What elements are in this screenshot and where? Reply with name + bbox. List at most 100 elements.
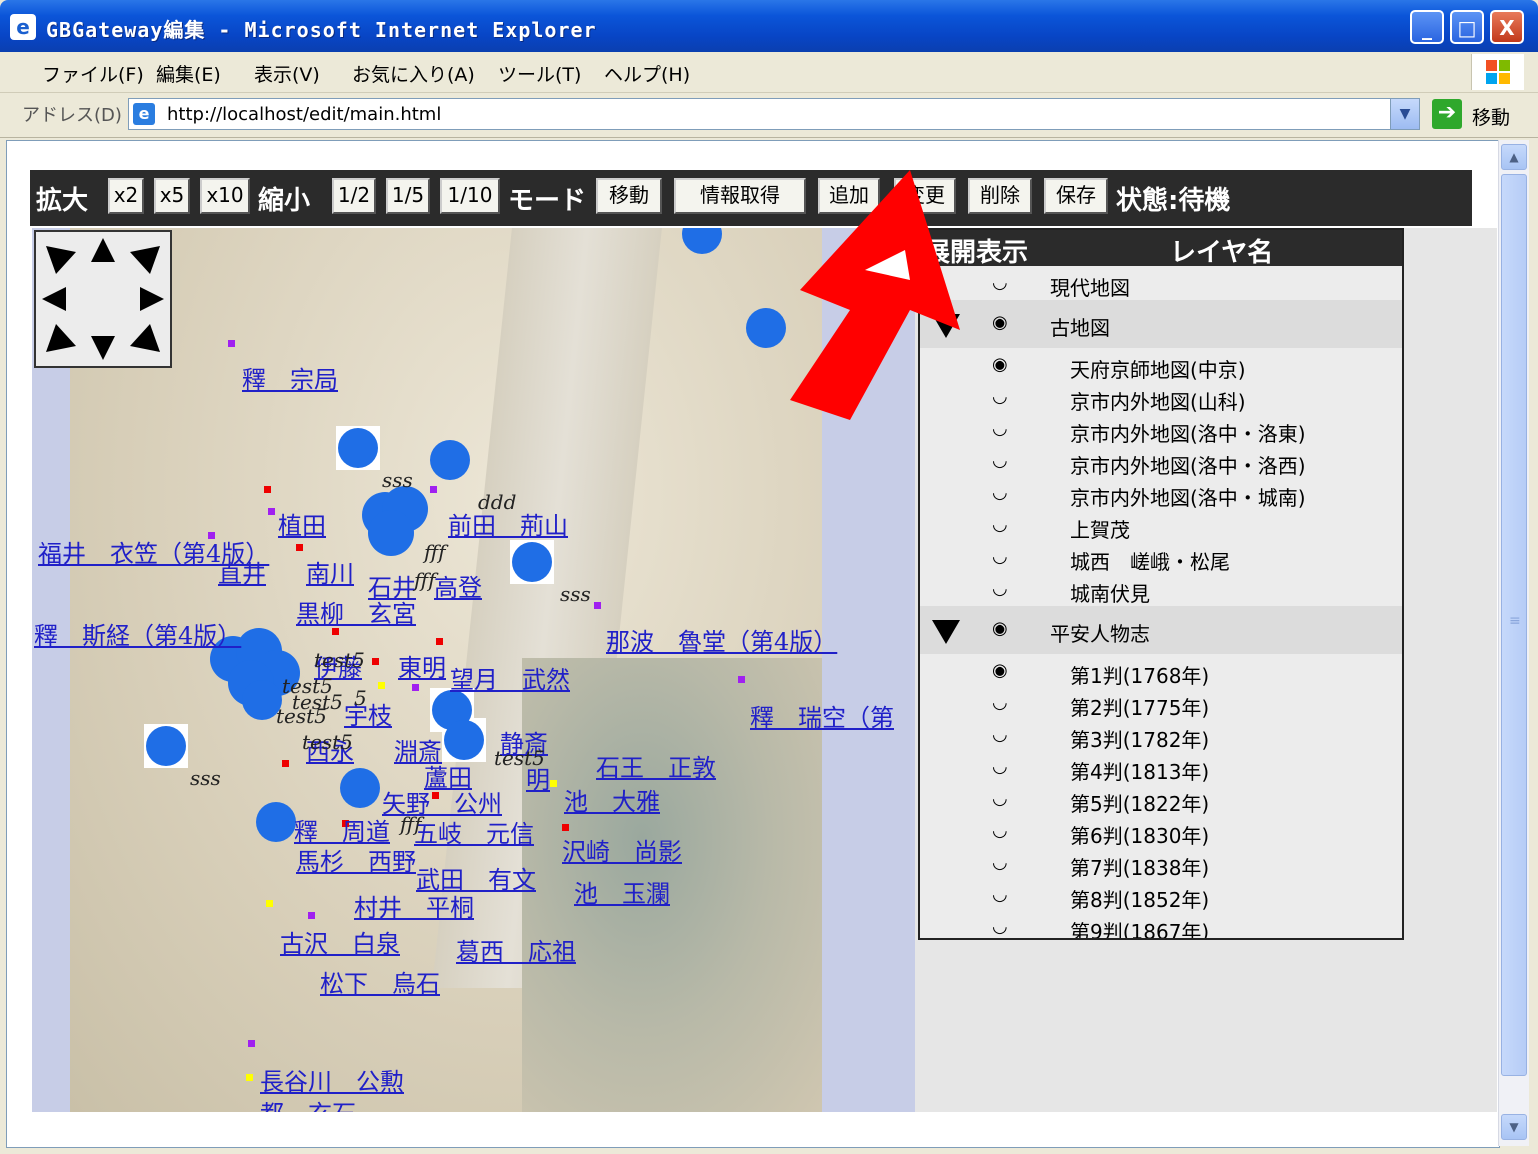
- layer-row[interactable]: ◡ 城南伏見: [920, 574, 1402, 606]
- map-label[interactable]: 石王 正敦: [596, 748, 716, 783]
- layer-row[interactable]: ◡ 第6判(1830年): [920, 816, 1402, 848]
- map-label[interactable]: 長谷川 公勲: [260, 1062, 404, 1097]
- maximize-button[interactable]: □: [1450, 10, 1484, 44]
- minimize-button[interactable]: _: [1410, 10, 1444, 44]
- scroll-up-button[interactable]: ▲: [1501, 144, 1527, 170]
- mode-save-button[interactable]: 保存: [1044, 178, 1108, 214]
- map-label[interactable]: 馬杉 西野: [296, 842, 416, 877]
- eye-closed-icon[interactable]: ◡: [992, 514, 1008, 535]
- vertical-scrollbar[interactable]: ▲ ▼: [1498, 140, 1529, 1146]
- eye-closed-icon[interactable]: ◡: [992, 820, 1008, 841]
- map-marker[interactable]: [368, 510, 414, 556]
- map-label[interactable]: 南川: [306, 554, 354, 589]
- map-marker[interactable]: [340, 768, 380, 808]
- expand-triangle-icon[interactable]: [932, 620, 960, 644]
- address-url[interactable]: http://localhost/edit/main.html: [167, 104, 441, 125]
- layer-row[interactable]: ◡ 城西 嵯峨・松尾: [920, 542, 1402, 574]
- eye-open-icon[interactable]: ◉: [992, 660, 1008, 681]
- map-label[interactable]: 池 大雅: [564, 782, 660, 817]
- map-label[interactable]: 東明: [398, 648, 446, 683]
- map-label[interactable]: 高登: [434, 568, 482, 603]
- layer-row[interactable]: ◡ 第9判(1867年): [920, 912, 1402, 938]
- eye-closed-icon[interactable]: ◡: [992, 756, 1008, 777]
- layer-row[interactable]: ◡ 第4判(1813年): [920, 752, 1402, 784]
- eye-closed-icon[interactable]: ◡: [992, 450, 1008, 471]
- zoom-tenth-button[interactable]: 1/10: [440, 178, 500, 214]
- zoom-x5-button[interactable]: x5: [154, 178, 190, 214]
- go-arrow-icon[interactable]: ➔: [1432, 99, 1462, 129]
- layer-row[interactable]: ◡ 京市内外地図(洛中・洛東): [920, 414, 1402, 446]
- layer-row[interactable]: ◡ 第2判(1775年): [920, 688, 1402, 720]
- map-marker[interactable]: [338, 428, 378, 468]
- zoom-half-button[interactable]: 1/2: [332, 178, 376, 214]
- eye-open-icon[interactable]: ◉: [992, 618, 1008, 639]
- address-input[interactable]: e http://localhost/edit/main.html ▼: [128, 98, 1420, 130]
- go-button[interactable]: 移動: [1472, 103, 1510, 130]
- layer-row[interactable]: ◡ 第8判(1852年): [920, 880, 1402, 912]
- layer-row[interactable]: ◡ 京市内外地図(洛中・洛西): [920, 446, 1402, 478]
- eye-closed-icon[interactable]: ◡: [992, 916, 1008, 937]
- map-label[interactable]: 黒柳 玄宮: [296, 594, 416, 629]
- layer-row[interactable]: ◉ 天府京師地図(中京): [920, 350, 1402, 382]
- map-label[interactable]: 沢崎 尚影: [562, 832, 682, 867]
- map-marker[interactable]: [256, 802, 296, 842]
- zoom-fifth-button[interactable]: 1/5: [386, 178, 430, 214]
- map-label[interactable]: 那波 魯堂（第4版）: [606, 622, 837, 657]
- scroll-down-button[interactable]: ▼: [1501, 1114, 1527, 1140]
- map-label[interactable]: 直井: [218, 554, 266, 589]
- eye-open-icon[interactable]: ◉: [992, 312, 1008, 333]
- eye-closed-icon[interactable]: ◡: [992, 788, 1008, 809]
- map-label[interactable]: 釋 宗局: [242, 360, 338, 395]
- mode-move-button[interactable]: 移動: [596, 178, 662, 214]
- eye-open-icon[interactable]: ◉: [992, 354, 1008, 375]
- menu-favorites[interactable]: お気に入り(A): [352, 60, 475, 87]
- scroll-thumb[interactable]: [1501, 174, 1527, 1076]
- layer-row[interactable]: ◉ 古地図: [920, 300, 1402, 348]
- eye-closed-icon[interactable]: ◡: [992, 272, 1008, 293]
- map-label[interactable]: 望月 武然: [450, 660, 570, 695]
- map-label[interactable]: 松下 烏石: [320, 964, 440, 999]
- menu-view[interactable]: 表示(V): [254, 60, 320, 87]
- eye-closed-icon[interactable]: ◡: [992, 692, 1008, 713]
- map-label[interactable]: 古沢 白泉: [280, 924, 400, 959]
- layer-row[interactable]: ◉ 平安人物志: [920, 606, 1402, 654]
- map-marker[interactable]: [512, 542, 552, 582]
- map-marker[interactable]: [746, 308, 786, 348]
- mode-info-button[interactable]: 情報取得: [674, 178, 806, 214]
- layer-row[interactable]: ◡ 上賀茂: [920, 510, 1402, 542]
- layer-row[interactable]: ◉ 第1判(1768年): [920, 656, 1402, 688]
- map-label[interactable]: 池 玉瀾: [574, 874, 670, 909]
- map-label[interactable]: 都 玄石: [260, 1094, 356, 1112]
- menu-tools[interactable]: ツール(T): [498, 60, 581, 87]
- eye-closed-icon[interactable]: ◡: [992, 724, 1008, 745]
- eye-closed-icon[interactable]: ◡: [992, 884, 1008, 905]
- layer-row[interactable]: ◡ 現代地図: [920, 268, 1402, 300]
- eye-closed-icon[interactable]: ◡: [992, 386, 1008, 407]
- layer-row[interactable]: ◡ 京市内外地図(洛中・城南): [920, 478, 1402, 510]
- map-label[interactable]: 五岐 元信: [414, 814, 534, 849]
- map-label[interactable]: 葛西 応祖: [456, 932, 576, 967]
- eye-closed-icon[interactable]: ◡: [992, 578, 1008, 599]
- map-marker[interactable]: [146, 726, 186, 766]
- menu-edit[interactable]: 編集(E): [156, 60, 221, 87]
- eye-closed-icon[interactable]: ◡: [992, 852, 1008, 873]
- close-button[interactable]: X: [1490, 10, 1524, 44]
- chevron-down-icon[interactable]: ▼: [1390, 99, 1419, 129]
- menu-help[interactable]: ヘルプ(H): [604, 60, 690, 87]
- map-label[interactable]: 植田: [278, 506, 326, 541]
- map-label[interactable]: 釋 瑞空（第: [750, 698, 894, 733]
- layer-row[interactable]: ◡ 第5判(1822年): [920, 784, 1402, 816]
- layer-row[interactable]: ◡ 京市内外地図(山科): [920, 382, 1402, 414]
- eye-closed-icon[interactable]: ◡: [992, 482, 1008, 503]
- eye-closed-icon[interactable]: ◡: [992, 418, 1008, 439]
- map-label[interactable]: 村井 平桐: [354, 888, 474, 923]
- map-marker[interactable]: [444, 720, 484, 760]
- zoom-x2-button[interactable]: x2: [108, 178, 144, 214]
- zoom-x10-button[interactable]: x10: [200, 178, 250, 214]
- layer-row[interactable]: ◡ 第7判(1838年): [920, 848, 1402, 880]
- menu-file[interactable]: ファイル(F): [42, 60, 144, 87]
- map-label[interactable]: 宇枝: [344, 696, 392, 731]
- mode-delete-button[interactable]: 削除: [968, 178, 1032, 214]
- eye-closed-icon[interactable]: ◡: [992, 546, 1008, 567]
- layer-row[interactable]: ◡ 第3判(1782年): [920, 720, 1402, 752]
